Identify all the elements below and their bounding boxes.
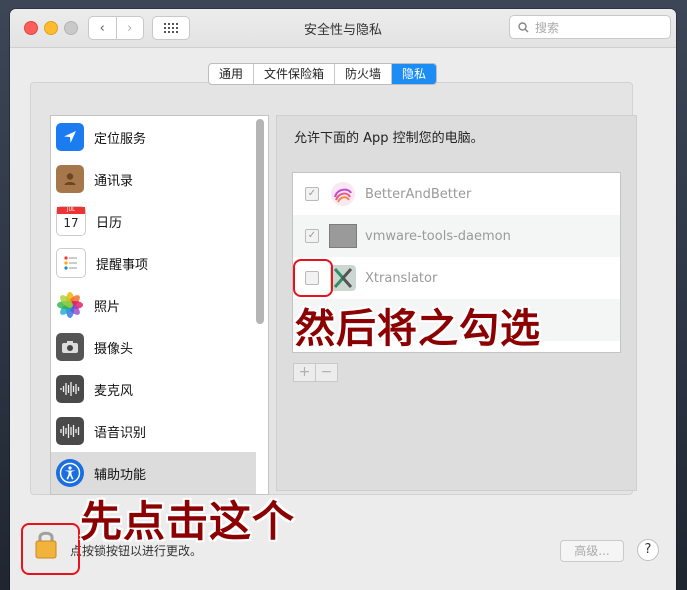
microphone-icon bbox=[56, 375, 84, 403]
sidebar-item-label: 语音识别 bbox=[94, 425, 147, 441]
permission-description: 允许下面的 App 控制您的电脑。 bbox=[294, 131, 484, 146]
annotation-step-1: 先点击这个 bbox=[80, 497, 296, 546]
sidebar-item-label: 定位服务 bbox=[94, 131, 147, 147]
photos-icon bbox=[56, 291, 84, 319]
sidebar-item-speech-recognition[interactable]: 语音识别 bbox=[51, 410, 256, 452]
calendar-day-text: 17 bbox=[63, 216, 79, 230]
sidebar-item-contacts[interactable]: 通讯录 bbox=[51, 158, 256, 200]
vmware-icon bbox=[329, 222, 357, 250]
location-icon bbox=[56, 123, 84, 151]
sidebar-item-microphone[interactable]: 麦克风 bbox=[51, 368, 256, 410]
sidebar-item-calendar[interactable]: JUL 17 日历 bbox=[51, 200, 256, 242]
camera-icon bbox=[56, 333, 84, 361]
app-row-vmware-tools-daemon: ✓ vmware-tools-daemon bbox=[293, 215, 620, 257]
remove-app-button[interactable]: − bbox=[316, 363, 338, 382]
title-bar: ‹ › 安全性与隐私 搜索 bbox=[10, 9, 676, 48]
tab-firewall[interactable]: 防火墙 bbox=[335, 64, 393, 84]
search-input[interactable]: 搜索 bbox=[509, 15, 671, 39]
annotation-step-2: 然后将之勾选 bbox=[295, 306, 541, 352]
app-name: Xtranslator bbox=[365, 270, 438, 286]
accessibility-icon bbox=[56, 459, 84, 487]
privacy-category-list[interactable]: 定位服务 通讯录 JUL 17 日历 提醒事项 照片 摄像头 麦克风 语音识别 … bbox=[50, 115, 269, 495]
calendar-icon: JUL 17 bbox=[56, 206, 86, 236]
sidebar-item-location[interactable]: 定位服务 bbox=[51, 116, 256, 158]
list-scrollbar[interactable] bbox=[256, 119, 264, 324]
app-name: BetterAndBetter bbox=[365, 186, 472, 202]
sidebar-item-reminders[interactable]: 提醒事项 bbox=[51, 242, 256, 284]
app-checkbox[interactable]: ✓ bbox=[305, 229, 319, 243]
sidebar-item-camera[interactable]: 摄像头 bbox=[51, 326, 256, 368]
tab-bar: 通用 文件保险箱 防火墙 隐私 bbox=[208, 63, 438, 85]
add-remove-buttons: + − bbox=[293, 363, 338, 382]
app-row-betterandbetter: ✓ BetterAndBetter bbox=[293, 173, 620, 215]
sidebar-item-label: 日历 bbox=[96, 215, 123, 231]
contacts-icon bbox=[56, 165, 84, 193]
sidebar-item-label: 辅助功能 bbox=[94, 467, 147, 483]
search-icon bbox=[518, 21, 529, 32]
tab-general[interactable]: 通用 bbox=[209, 64, 255, 84]
help-button[interactable]: ? bbox=[637, 539, 659, 561]
advanced-button[interactable]: 高级... bbox=[560, 540, 624, 562]
checkbox-highlight-box bbox=[293, 259, 333, 297]
app-row-xtranslator: Xtranslator bbox=[293, 257, 620, 299]
sidebar-item-label: 通讯录 bbox=[94, 173, 134, 189]
tab-privacy[interactable]: 隐私 bbox=[392, 64, 437, 84]
search-placeholder: 搜索 bbox=[535, 20, 560, 35]
app-checkbox[interactable]: ✓ bbox=[305, 187, 319, 201]
sidebar-item-label: 摄像头 bbox=[94, 341, 134, 357]
calendar-month-text: JUL bbox=[57, 207, 85, 214]
betterandbetter-icon bbox=[329, 180, 357, 208]
add-app-button[interactable]: + bbox=[293, 363, 316, 382]
lock-highlight-box bbox=[21, 523, 80, 575]
reminders-icon bbox=[56, 248, 86, 278]
sidebar-item-label: 提醒事项 bbox=[96, 257, 149, 273]
sidebar-item-label: 照片 bbox=[94, 299, 121, 315]
sidebar-item-photos[interactable]: 照片 bbox=[51, 284, 256, 326]
xtranslator-icon bbox=[329, 264, 357, 292]
app-name: vmware-tools-daemon bbox=[365, 228, 511, 244]
tab-filevault[interactable]: 文件保险箱 bbox=[254, 64, 336, 84]
speech-recognition-icon bbox=[56, 417, 84, 445]
sidebar-item-label: 麦克风 bbox=[94, 383, 134, 399]
